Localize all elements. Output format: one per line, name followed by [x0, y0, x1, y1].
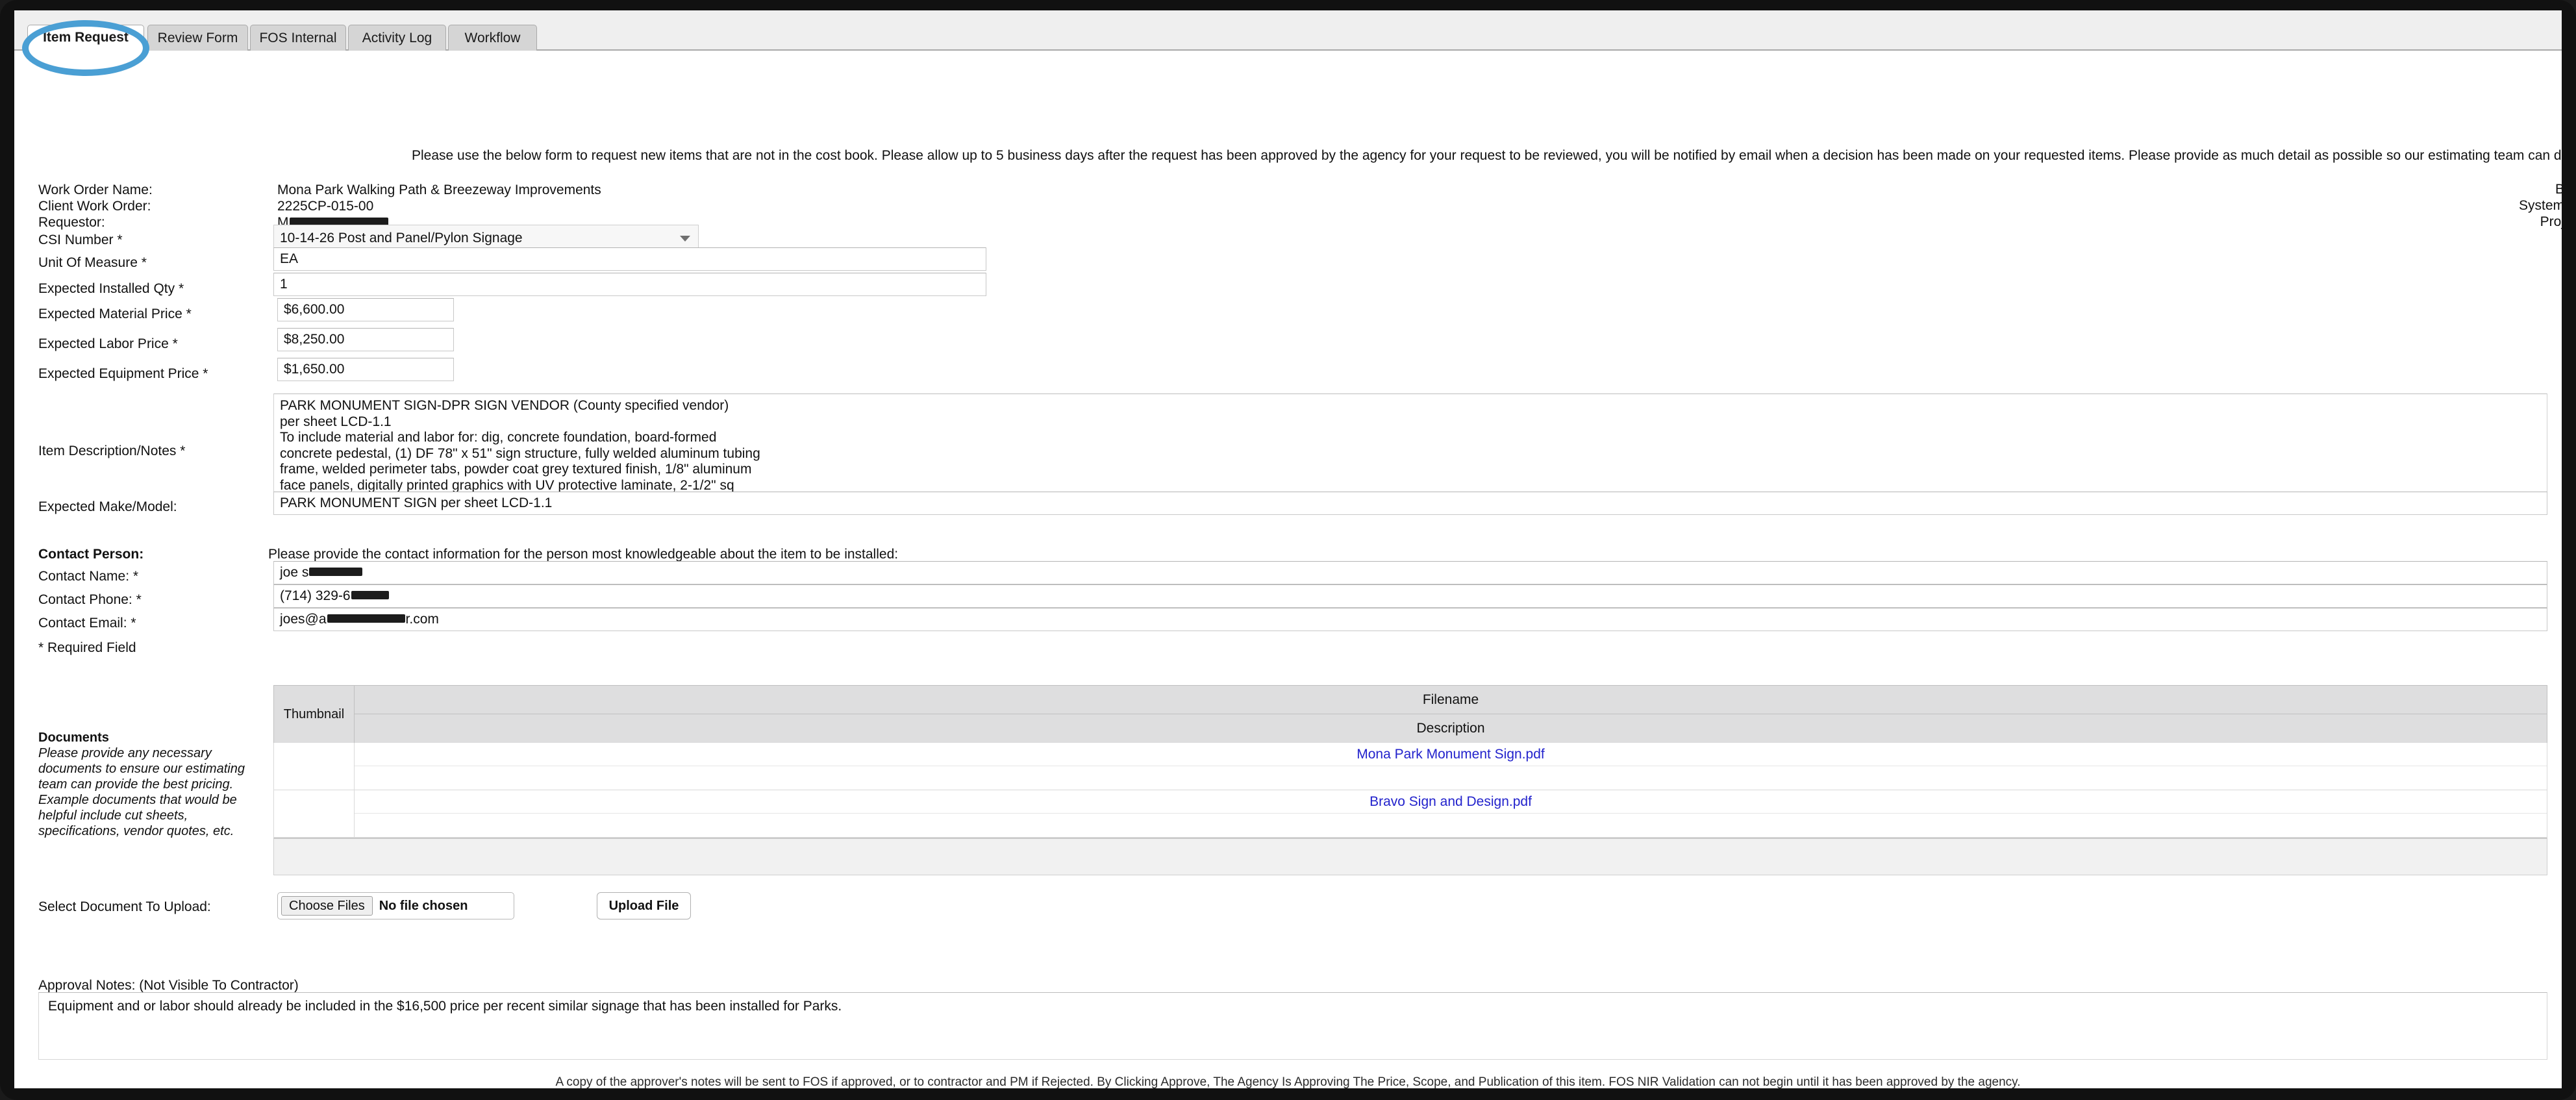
browser-window-frame: Item Request Review Form FOS Internal Ac…	[0, 0, 2576, 1100]
unit-of-measure-value: EA	[280, 251, 299, 266]
expected-labor-price-label: Expected Labor Price *	[38, 336, 178, 351]
table-header: Thumbnail Filename Description	[273, 685, 2547, 743]
choose-files-button[interactable]: Choose Files	[281, 896, 373, 916]
tab-label: Activity Log	[362, 30, 432, 45]
expected-equipment-price-label: Expected Equipment Price *	[38, 366, 208, 381]
row-thumbnail	[274, 743, 355, 790]
tab-label: Workflow	[464, 30, 521, 45]
column-header-thumbnail: Thumbnail	[274, 686, 355, 743]
expected-installed-qty-label: Expected Installed Qty *	[38, 281, 184, 296]
tab-workflow[interactable]: Workflow	[448, 25, 537, 51]
contact-email-suffix: r.com	[405, 612, 439, 627]
csi-number-label: CSI Number *	[38, 232, 123, 247]
no-file-chosen-text: No file chosen	[379, 898, 468, 913]
required-field-note: * Required Field	[38, 640, 136, 655]
intro-instructions: Please use the below form to request new…	[412, 148, 2562, 163]
contact-phone-value: (714) 329-6	[280, 588, 390, 604]
table-footer	[273, 838, 2547, 875]
client-work-order-label: Client Work Order:	[38, 199, 151, 214]
tab-label: FOS Internal	[259, 30, 337, 45]
item-description-line: face panels, digitally printed graphics …	[280, 477, 734, 492]
file-input[interactable]: Choose Files No file chosen	[277, 892, 514, 919]
item-description-line: PARK MONUMENT SIGN-DPR SIGN VENDOR (Coun…	[280, 398, 729, 413]
unit-of-measure-label: Unit Of Measure *	[38, 255, 147, 270]
approval-disclaimer: A copy of the approver's notes will be s…	[555, 1075, 2021, 1088]
tab-review-form[interactable]: Review Form	[147, 25, 248, 51]
right-label-line2: System	[2518, 198, 2562, 213]
document-link[interactable]: Mona Park Monument Sign.pdf	[1357, 747, 1545, 762]
right-label-line3: Proj	[2540, 214, 2562, 229]
contact-email-prefix: joes@a	[280, 612, 327, 627]
tab-item-request[interactable]: Item Request	[27, 25, 144, 51]
expected-installed-qty-input[interactable]: 1	[273, 273, 986, 296]
contact-name-value: joe s	[280, 565, 363, 581]
upload-file-button[interactable]: Upload File	[597, 892, 691, 919]
item-description-textarea[interactable]: PARK MONUMENT SIGN-DPR SIGN VENDOR (Coun…	[273, 394, 2547, 492]
approval-notes-label: Approval Notes: (Not Visible To Contract…	[38, 978, 299, 993]
contact-person-hint: Please provide the contact information f…	[268, 547, 899, 562]
table-row: Mona Park Monument Sign.pdf	[273, 743, 2547, 790]
work-order-name-value: Mona Park Walking Path & Breezeway Impro…	[277, 182, 601, 197]
expected-labor-price-input[interactable]: $8,250.00	[277, 328, 454, 351]
select-document-upload-label: Select Document To Upload:	[38, 899, 211, 914]
tab-label: Item Request	[43, 29, 129, 45]
redaction-mark	[351, 590, 389, 599]
expected-make-model-label: Expected Make/Model:	[38, 499, 177, 514]
contact-email-value: joes@a r.com	[280, 612, 439, 627]
contact-name-label: Contact Name: *	[38, 569, 139, 584]
redaction-mark	[309, 567, 363, 576]
expected-make-model-input[interactable]: PARK MONUMENT SIGN per sheet LCD-1.1	[273, 492, 2547, 515]
right-label-line1: B	[2555, 182, 2562, 197]
documents-note-title: Documents	[38, 731, 109, 745]
expected-equipment-price-value: $1,650.00	[284, 362, 345, 377]
expected-installed-qty-value: 1	[280, 277, 288, 292]
item-description-line: To include material and labor for: dig, …	[280, 430, 717, 445]
contact-email-label: Contact Email: *	[38, 616, 136, 631]
row-description	[355, 766, 2547, 790]
documents-table: Thumbnail Filename Description Mona Park…	[273, 685, 2547, 875]
column-header-description: Description	[1416, 721, 1485, 736]
expected-equipment-price-input[interactable]: $1,650.00	[277, 358, 454, 381]
tab-bar: Item Request Review Form FOS Internal Ac…	[14, 10, 2562, 51]
row-description	[355, 814, 2547, 837]
redaction-mark	[327, 614, 405, 623]
item-request-form: Please use the below form to request new…	[14, 51, 2562, 1088]
expected-material-price-input[interactable]: $6,600.00	[277, 298, 454, 321]
contact-phone-input[interactable]: (714) 329-6	[273, 584, 2547, 608]
tab-label: Review Form	[157, 30, 238, 45]
document-link[interactable]: Bravo Sign and Design.pdf	[1369, 794, 1532, 810]
row-filename: Mona Park Monument Sign.pdf	[355, 743, 2547, 766]
contact-phone-label: Contact Phone: *	[38, 592, 142, 607]
documents-note-body: Please provide any necessary documents t…	[38, 746, 245, 838]
client-work-order-value: 2225CP-015-00	[277, 199, 374, 214]
documents-note: Documents Please provide any necessary d…	[38, 730, 253, 839]
item-description-line: per sheet LCD-1.1	[280, 414, 392, 429]
tab-fos-internal[interactable]: FOS Internal	[250, 25, 346, 51]
expected-labor-price-value: $8,250.00	[284, 332, 345, 347]
table-row: Bravo Sign and Design.pdf	[273, 790, 2547, 838]
column-header-filename: Filename	[355, 686, 2547, 714]
row-thumbnail	[274, 790, 355, 837]
contact-phone-prefix: (714) 329-6	[280, 588, 351, 603]
item-description-line: concrete pedestal, (1) DF 78" x 51" sign…	[280, 445, 760, 461]
chevron-down-icon	[680, 236, 690, 242]
work-order-name-label: Work Order Name:	[38, 182, 153, 197]
approval-notes-value: Equipment and or labor should already be…	[48, 999, 842, 1014]
csi-number-value: 10-14-26 Post and Panel/Pylon Signage	[280, 231, 523, 245]
expected-material-price-value: $6,600.00	[284, 302, 345, 317]
expected-material-price-label: Expected Material Price *	[38, 306, 192, 321]
contact-email-input[interactable]: joes@a r.com	[273, 608, 2547, 631]
page-viewport: Item Request Review Form FOS Internal Ac…	[14, 10, 2562, 1088]
unit-of-measure-input[interactable]: EA	[273, 247, 986, 271]
row-filename: Bravo Sign and Design.pdf	[355, 790, 2547, 814]
tab-activity-log[interactable]: Activity Log	[348, 25, 446, 51]
item-description-label: Item Description/Notes *	[38, 444, 186, 458]
contact-name-input[interactable]: joe s	[273, 561, 2547, 584]
contact-name-prefix: joe s	[280, 565, 309, 580]
item-description-line: frame, welded perimeter tabs, powder coa…	[280, 462, 752, 477]
requestor-label: Requestor:	[38, 215, 105, 230]
expected-make-model-value: PARK MONUMENT SIGN per sheet LCD-1.1	[280, 495, 553, 510]
approval-notes-textarea[interactable]: Equipment and or labor should already be…	[38, 992, 2547, 1060]
contact-person-label: Contact Person:	[38, 547, 144, 562]
